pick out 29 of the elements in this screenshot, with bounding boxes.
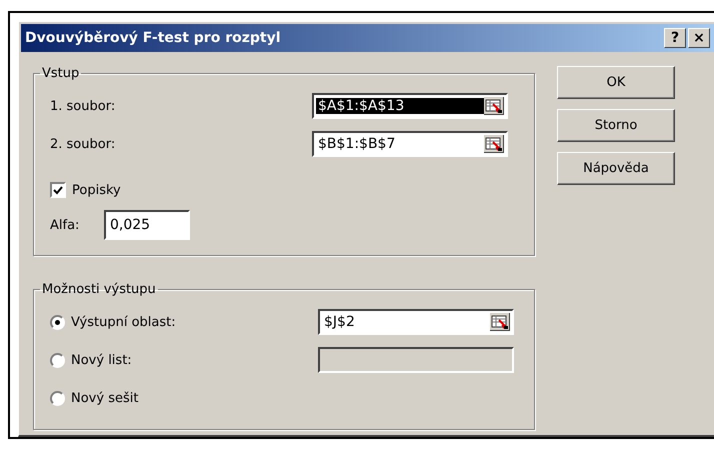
- range-picker-icon[interactable]: [484, 97, 504, 115]
- help-button[interactable]: ?: [664, 28, 686, 48]
- field-label: Alfa:: [50, 218, 80, 232]
- check-mark-icon: [53, 186, 63, 194]
- range-picker-icon[interactable]: [490, 313, 510, 331]
- dialog-button[interactable]: Nápověda: [557, 152, 675, 185]
- radio-button[interactable]: [50, 390, 65, 406]
- field-value: $B$1:$B$7: [317, 136, 396, 152]
- radio-button[interactable]: [50, 314, 65, 330]
- checkbox[interactable]: [50, 182, 66, 198]
- radio-label: Nový list:: [71, 352, 132, 368]
- field-value: $J$2: [323, 314, 356, 330]
- alpha-field[interactable]: 0,025: [104, 210, 190, 240]
- range-field[interactable]: $B$1:$B$7: [312, 131, 508, 157]
- close-button[interactable]: ×: [688, 28, 710, 48]
- range-field[interactable]: $A$1:$A$13: [312, 93, 508, 119]
- checkbox-label: Popisky: [72, 182, 121, 198]
- field-value: $A$1:$A$13: [316, 98, 484, 114]
- group-title: Vstup: [41, 66, 80, 81]
- group-title: Možnosti výstupu: [41, 282, 157, 297]
- range-field[interactable]: $J$2: [318, 309, 514, 335]
- radio-label: Výstupní oblast:: [71, 314, 176, 330]
- field-label: 1. soubor:: [50, 98, 116, 114]
- dialog-button[interactable]: Storno: [557, 109, 675, 142]
- dialog-button[interactable]: OK: [557, 66, 675, 99]
- window-title: Dvouvýběrový F-test pro rozptyl: [25, 30, 282, 46]
- field-label: 2. soubor:: [50, 136, 116, 152]
- radio-label: Nový sešit: [71, 390, 138, 406]
- range-picker-icon[interactable]: [484, 135, 504, 153]
